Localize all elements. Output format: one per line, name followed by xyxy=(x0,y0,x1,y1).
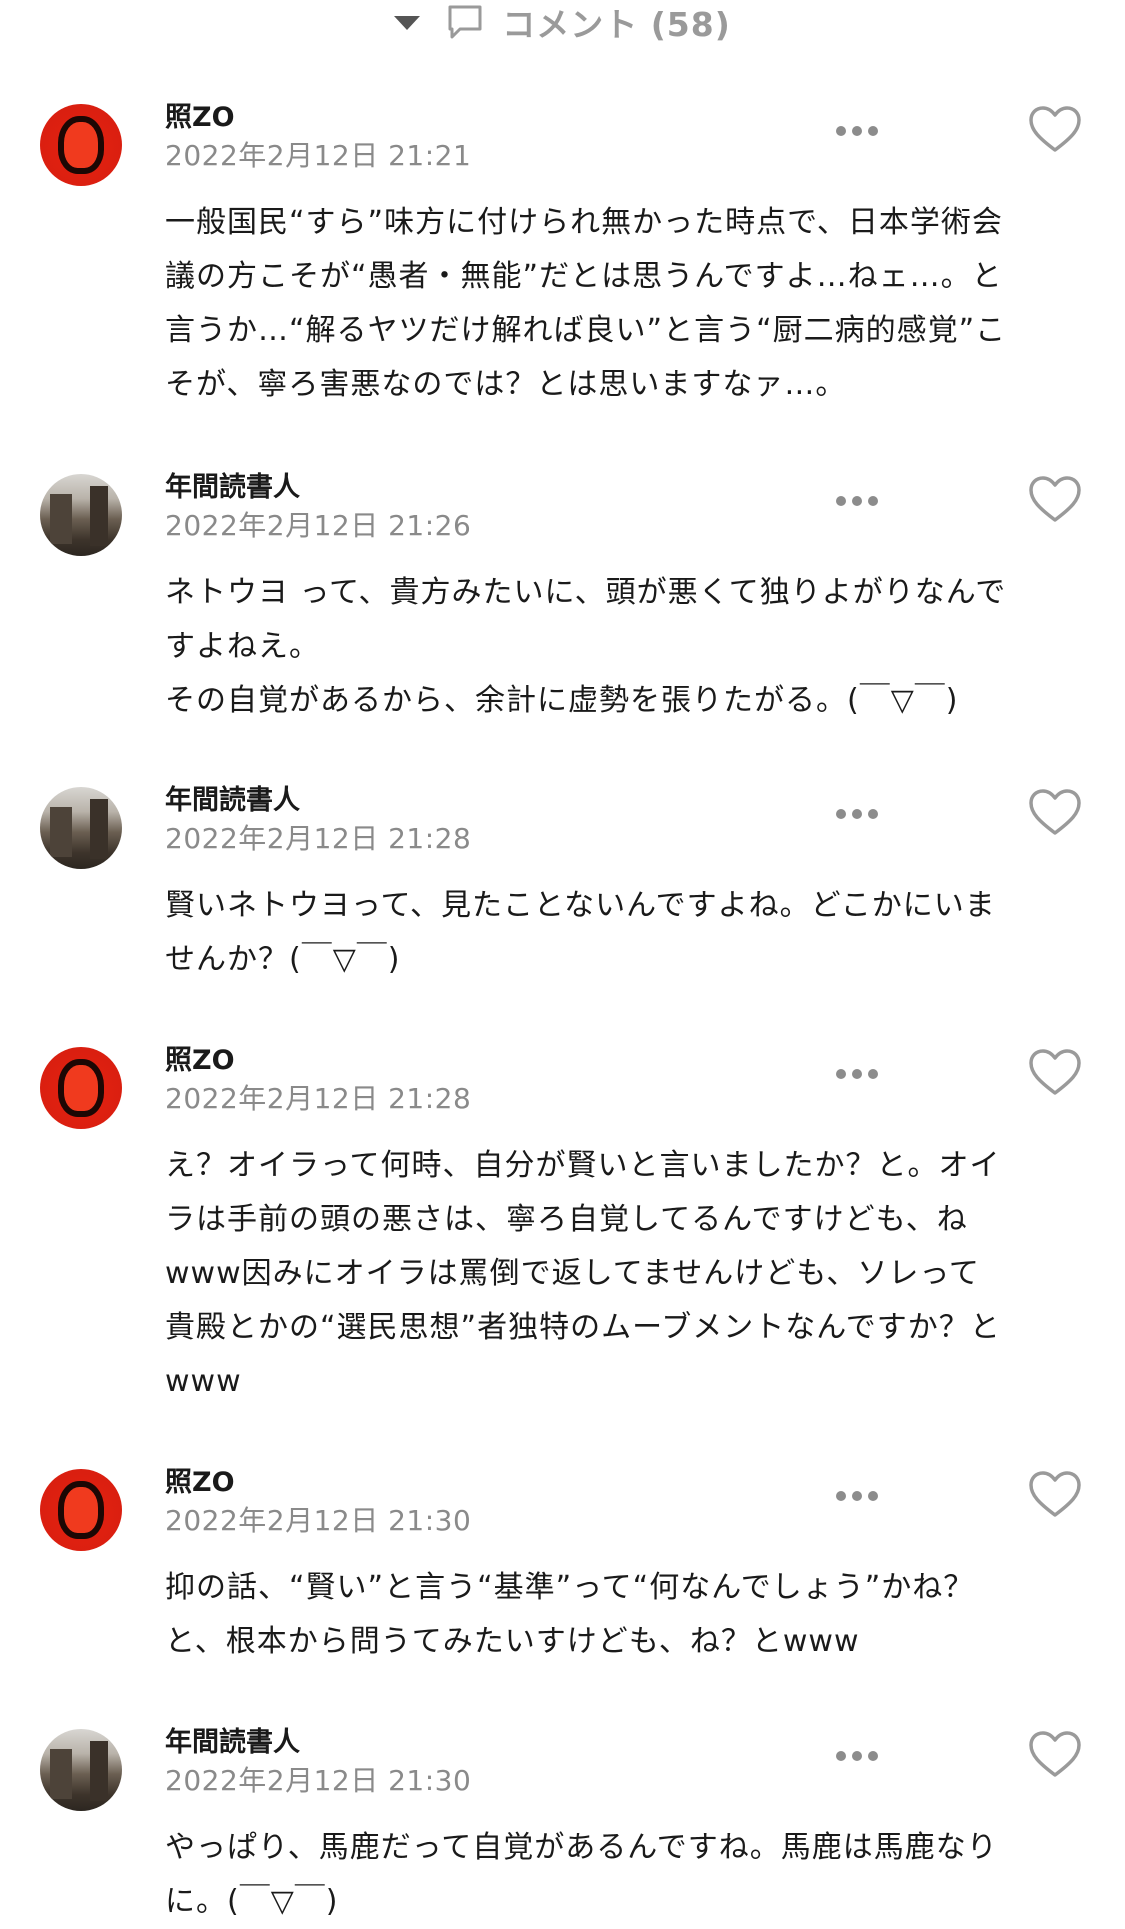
more-options-icon[interactable] xyxy=(836,1067,878,1081)
comment-author[interactable]: 照ZO xyxy=(165,1465,1085,1501)
comment-text: 一般国民“すら”味方に付けられ無かった時点で、日本学術会 議の方こそが“愚者・無… xyxy=(165,205,1007,402)
heart-icon[interactable] xyxy=(1027,474,1083,524)
heart-icon[interactable] xyxy=(1027,1729,1083,1779)
comment-date: 2022年2月12日 21:28 xyxy=(165,822,472,855)
comment-author[interactable]: 年間読書人 xyxy=(165,470,1085,506)
avatar[interactable] xyxy=(40,474,122,556)
comment-item: 照ZO 2022年2月12日 21:28 え？オイラって何時、自分が賢いと言いま… xyxy=(0,1043,1125,1409)
comment-text: え？オイラって何時、自分が賢いと言いましたか？と。オイ ラは手前の頭の悪さは、寧… xyxy=(165,1148,1001,1399)
comment-date: 2022年2月12日 21:21 xyxy=(165,139,472,172)
heart-icon[interactable] xyxy=(1027,787,1083,837)
heart-icon[interactable] xyxy=(1027,1047,1083,1097)
comment-item: 年間読書人 2022年2月12日 21:26 ネトウヨ って、貴方みたいに、頭が… xyxy=(0,470,1125,728)
comment-text: やっぱり、馬鹿だって自覚があるんですね。馬鹿は馬鹿なり に。(￣▽￣) xyxy=(165,1830,998,1919)
comments-header[interactable]: コメント (58) xyxy=(0,0,1125,44)
comment-date: 2022年2月12日 21:30 xyxy=(165,1764,472,1797)
comment-date: 2022年2月12日 21:30 xyxy=(165,1504,472,1537)
avatar[interactable] xyxy=(40,1729,122,1811)
more-options-icon[interactable] xyxy=(836,1749,878,1763)
avatar[interactable] xyxy=(40,1469,122,1551)
avatar[interactable] xyxy=(40,1047,122,1129)
heart-icon[interactable] xyxy=(1027,104,1083,154)
comment-item: 年間読書人 2022年2月12日 21:30 やっぱり、馬鹿だって自覚があるんで… xyxy=(0,1725,1125,1929)
more-options-icon[interactable] xyxy=(836,807,878,821)
comment-item: 年間読書人 2022年2月12日 21:28 賢いネトウヨって、見たことないんで… xyxy=(0,783,1125,987)
comment-item: 照ZO 2022年2月12日 21:30 抑の話、“賢い”と言う“基準”って“何… xyxy=(0,1465,1125,1669)
comment-text: 賢いネトウヨって、見たことないんですよね。どこかにいま せんか？(￣▽￣) xyxy=(165,888,996,977)
comment-author[interactable]: 年間読書人 xyxy=(165,1725,1085,1761)
avatar[interactable] xyxy=(40,787,122,869)
comment-author[interactable]: 照ZO xyxy=(165,1043,1085,1079)
comment-text: ネトウヨ って、貴方みたいに、頭が悪くて独りよがりなんで すよねえ。 その自覚が… xyxy=(165,575,1007,718)
caret-down-icon[interactable] xyxy=(394,16,421,30)
comment-icon xyxy=(448,5,482,39)
more-options-icon[interactable] xyxy=(836,494,878,508)
avatar[interactable] xyxy=(40,104,122,186)
comment-author[interactable]: 年間読書人 xyxy=(165,783,1085,819)
more-options-icon[interactable] xyxy=(836,124,878,138)
comment-date: 2022年2月12日 21:28 xyxy=(165,1082,472,1115)
heart-icon[interactable] xyxy=(1027,1469,1083,1519)
comment-text: 抑の話、“賢い”と言う“基準”って“何なんでしょう”かね？ と、根本から問うてみ… xyxy=(165,1570,975,1659)
comment-date: 2022年2月12日 21:26 xyxy=(165,509,472,542)
more-options-icon[interactable] xyxy=(836,1489,878,1503)
comment-author[interactable]: 照ZO xyxy=(165,100,1085,136)
comment-item: 照ZO 2022年2月12日 21:21 一般国民“すら”味方に付けられ無かった… xyxy=(0,100,1125,412)
comments-count-label: コメント (58) xyxy=(502,5,731,44)
